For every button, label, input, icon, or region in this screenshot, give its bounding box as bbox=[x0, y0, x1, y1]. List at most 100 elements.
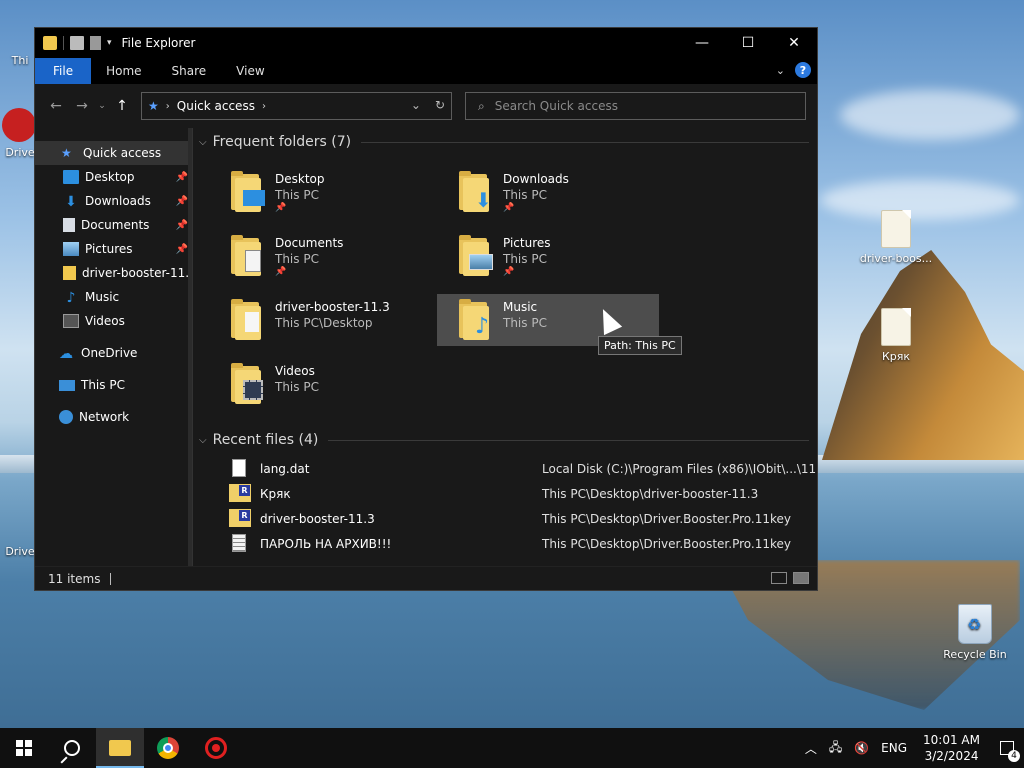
show-hidden-icons-icon[interactable]: ︿ bbox=[799, 740, 823, 757]
folder-tile-pictures[interactable]: Pictures This PC 📌 bbox=[457, 230, 679, 282]
refresh-icon[interactable]: ↻ bbox=[435, 98, 445, 112]
folder-tile-desktop[interactable]: Desktop This PC 📌 bbox=[229, 166, 451, 218]
search-box[interactable]: ⌕ bbox=[465, 92, 806, 120]
list-item[interactable]: lang.dat Local Disk (C:)\Program Files (… bbox=[199, 456, 817, 481]
sidebar-item-downloads[interactable]: ⬇ Downloads 📌 bbox=[35, 189, 192, 213]
breadcrumb-quick-access[interactable]: Quick access bbox=[177, 99, 255, 113]
title-bar[interactable]: ▾ File Explorer — ☐ ✕ bbox=[35, 28, 817, 58]
recent-files-header[interactable]: ⌵ Recent files (4) bbox=[199, 426, 817, 454]
network-icon[interactable]: 🖧 bbox=[823, 738, 848, 759]
sidebar-item-music[interactable]: ♪ Music bbox=[35, 285, 192, 309]
address-bar[interactable]: ★ › Quick access › ⌄ ↻ bbox=[141, 92, 452, 120]
pin-icon: 📌 bbox=[275, 203, 287, 213]
taskbar-file-explorer[interactable] bbox=[96, 728, 144, 768]
desktop-icon-label: Drive bbox=[5, 146, 35, 159]
desktop-icon-kryak[interactable]: Кряк bbox=[856, 308, 936, 363]
sidebar-item-videos[interactable]: Videos bbox=[35, 309, 192, 333]
notification-center-button[interactable]: 4 bbox=[990, 728, 1024, 768]
desktop-icon-recycle-bin[interactable]: Recycle Bin bbox=[935, 604, 1015, 661]
file-icon bbox=[881, 308, 911, 346]
group-title: Recent files (4) bbox=[212, 432, 319, 448]
breadcrumb-separator-icon[interactable]: › bbox=[166, 101, 170, 112]
ribbon: File Home Share View ⌄ ? bbox=[35, 58, 817, 84]
file-path: This PC\Desktop\driver-booster-11.3 bbox=[542, 486, 759, 501]
status-bar: 11 items bbox=[35, 566, 817, 590]
frequent-folders-header[interactable]: ⌵ Frequent folders (7) bbox=[199, 128, 817, 156]
folder-tile-documents[interactable]: Documents This PC 📌 bbox=[229, 230, 451, 282]
sidebar-item-onedrive[interactable]: ☁ OneDrive bbox=[35, 341, 192, 365]
sidebar-item-label: Pictures bbox=[85, 242, 133, 256]
archive-icon: R bbox=[229, 483, 251, 504]
folder-location: This PC bbox=[275, 380, 319, 394]
properties-icon[interactable] bbox=[70, 36, 84, 50]
sidebar-item-driver-booster[interactable]: driver-booster-11.3 bbox=[35, 261, 192, 285]
desktop-icon-label: Thi bbox=[11, 54, 29, 67]
tab-share[interactable]: Share bbox=[157, 58, 222, 84]
taskbar-search-button[interactable] bbox=[48, 728, 96, 768]
chevron-down-icon: ⌵ bbox=[199, 136, 207, 148]
details-view-icon[interactable] bbox=[771, 572, 787, 584]
desktop-icon-label: Drive bbox=[5, 545, 35, 558]
sidebar-item-label: This PC bbox=[81, 378, 125, 392]
sidebar-item-network[interactable]: Network bbox=[35, 405, 192, 429]
text-file-icon bbox=[229, 533, 251, 554]
recent-locations-icon[interactable]: ⌄ bbox=[95, 101, 109, 111]
new-folder-icon[interactable] bbox=[90, 36, 101, 50]
music-folder-icon: ♪ bbox=[457, 298, 497, 342]
taskbar-driver-booster[interactable] bbox=[192, 728, 240, 768]
large-icons-view-icon[interactable] bbox=[793, 572, 809, 584]
cloud-icon: ☁ bbox=[59, 346, 73, 362]
window-controls: — ☐ ✕ bbox=[679, 28, 817, 58]
taskbar-chrome[interactable] bbox=[144, 728, 192, 768]
expand-ribbon-icon[interactable]: ⌄ bbox=[776, 64, 785, 77]
sidebar-item-label: OneDrive bbox=[81, 346, 138, 360]
sidebar-item-label: Downloads bbox=[85, 194, 151, 208]
breadcrumb-separator-icon[interactable]: › bbox=[262, 101, 266, 112]
close-button[interactable]: ✕ bbox=[771, 28, 817, 58]
archive-icon: R bbox=[229, 508, 251, 529]
back-button[interactable]: ← bbox=[43, 98, 69, 114]
language-indicator[interactable]: ENG bbox=[875, 741, 913, 755]
start-button[interactable] bbox=[0, 728, 48, 768]
documents-folder-icon bbox=[229, 234, 269, 278]
minimize-button[interactable]: — bbox=[679, 28, 725, 58]
item-count: 11 items bbox=[48, 571, 101, 586]
video-icon bbox=[63, 314, 79, 328]
desktop-icon-label: driver-boos... bbox=[859, 252, 933, 265]
sidebar-item-documents[interactable]: Documents 📌 bbox=[35, 213, 192, 237]
group-title: Frequent folders (7) bbox=[212, 134, 352, 150]
list-item[interactable]: R driver-booster-11.3 This PC\Desktop\Dr… bbox=[199, 506, 817, 531]
desktop-folder-icon bbox=[229, 170, 269, 214]
recent-files-list: lang.dat Local Disk (C:)\Program Files (… bbox=[199, 456, 817, 556]
chevron-down-icon: ⌵ bbox=[199, 434, 207, 446]
list-item[interactable]: R Кряк This PC\Desktop\driver-booster-11… bbox=[199, 481, 817, 506]
driver-booster-icon bbox=[205, 737, 227, 759]
tab-view[interactable]: View bbox=[221, 58, 279, 84]
help-icon[interactable]: ? bbox=[795, 62, 811, 78]
folder-location: This PC bbox=[503, 188, 547, 202]
search-input[interactable] bbox=[494, 99, 775, 113]
music-icon: ♪ bbox=[66, 290, 76, 306]
folder-name: driver-booster-11.3 bbox=[275, 300, 390, 314]
clock[interactable]: 10:01 AM 3/2/2024 bbox=[913, 732, 990, 764]
sidebar-item-quick-access[interactable]: ★ Quick access bbox=[35, 141, 192, 165]
sidebar-item-desktop[interactable]: Desktop 📌 bbox=[35, 165, 192, 189]
tab-home[interactable]: Home bbox=[91, 58, 156, 84]
folder-location: This PC bbox=[503, 252, 547, 266]
tab-file[interactable]: File bbox=[35, 58, 92, 84]
volume-muted-icon[interactable]: 🔇 bbox=[848, 741, 875, 755]
file-icon bbox=[881, 210, 911, 248]
sidebar-item-this-pc[interactable]: This PC bbox=[35, 373, 192, 397]
forward-button[interactable]: → bbox=[69, 98, 95, 114]
list-item[interactable]: ПАРОЛЬ НА АРХИВ!!! This PC\Desktop\Drive… bbox=[199, 531, 817, 556]
address-dropdown-icon[interactable]: ⌄ bbox=[411, 98, 421, 112]
pin-icon: 📌 bbox=[175, 171, 188, 183]
maximize-button[interactable]: ☐ bbox=[725, 28, 771, 58]
sidebar-item-pictures[interactable]: Pictures 📌 bbox=[35, 237, 192, 261]
up-button[interactable]: ↑ bbox=[109, 98, 135, 114]
folder-tile-downloads[interactable]: ⬇ Downloads This PC 📌 bbox=[457, 166, 679, 218]
folder-tile-videos[interactable]: Videos This PC bbox=[229, 358, 451, 410]
chevron-down-icon[interactable]: ▾ bbox=[107, 38, 112, 48]
folder-tile-driver-booster[interactable]: driver-booster-11.3 This PC\Desktop bbox=[229, 294, 451, 346]
desktop-icon-driver-boos[interactable]: driver-boos... bbox=[856, 210, 936, 265]
